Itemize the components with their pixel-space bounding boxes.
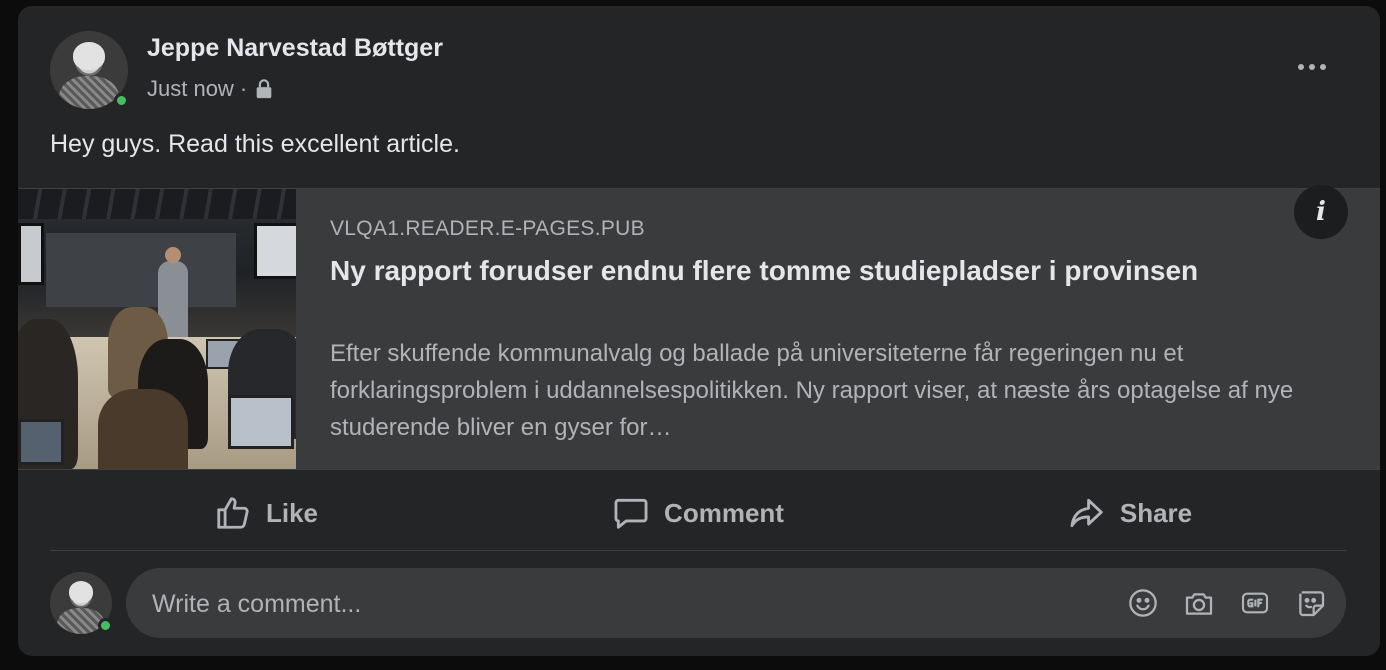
comment-composer [126, 568, 1346, 640]
post-meta: Just now · [147, 76, 275, 102]
sticker-icon[interactable] [1294, 586, 1328, 620]
commenter-online-dot [98, 618, 113, 633]
emoji-icon[interactable] [1126, 586, 1160, 620]
article-thumbnail[interactable] [18, 189, 296, 469]
share-button[interactable]: Share [914, 482, 1346, 544]
post-card: Jeppe Narvestad Bøttger Just now · Hey g… [18, 6, 1380, 656]
like-label: Like [265, 497, 319, 528]
thumbs-up-icon [217, 497, 249, 529]
comment-label: Comment [664, 497, 784, 528]
online-status-dot [114, 93, 129, 108]
like-button[interactable]: Like [50, 482, 482, 544]
comment-tools [1126, 568, 1328, 638]
author-avatar[interactable] [50, 31, 129, 109]
comment-button[interactable]: Comment [482, 482, 914, 544]
share-arrow-icon [1070, 498, 1103, 528]
meta-separator: · [239, 76, 248, 101]
lock-icon[interactable] [253, 78, 275, 100]
share-label: Share [1119, 497, 1193, 528]
post-actions: Like Comment Share [50, 476, 1346, 550]
post-timestamp[interactable]: Just now [147, 76, 234, 102]
info-icon[interactable]: i [1294, 185, 1348, 239]
gif-icon[interactable] [1238, 586, 1272, 620]
link-preview-card[interactable]: VLQA1.READER.E-PAGES.PUB Ny rapport foru… [18, 185, 1380, 470]
link-domain: VLQA1.READER.E-PAGES.PUB [330, 217, 645, 240]
more-options-icon[interactable] [1292, 56, 1332, 78]
actions-divider [50, 550, 1346, 551]
comment-bubble-icon [614, 498, 648, 529]
link-headline[interactable]: Ny rapport forudser endnu flere tomme st… [330, 251, 1230, 291]
camera-icon[interactable] [1182, 586, 1216, 620]
post-text: Hey guys. Read this excellent article. [50, 130, 460, 158]
link-description: Efter skuffende kommunalvalg og ballade … [330, 340, 1294, 441]
commenter-avatar[interactable] [50, 572, 113, 634]
comment-input[interactable] [150, 568, 1054, 640]
author-name[interactable]: Jeppe Narvestad Bøttger [147, 34, 443, 63]
